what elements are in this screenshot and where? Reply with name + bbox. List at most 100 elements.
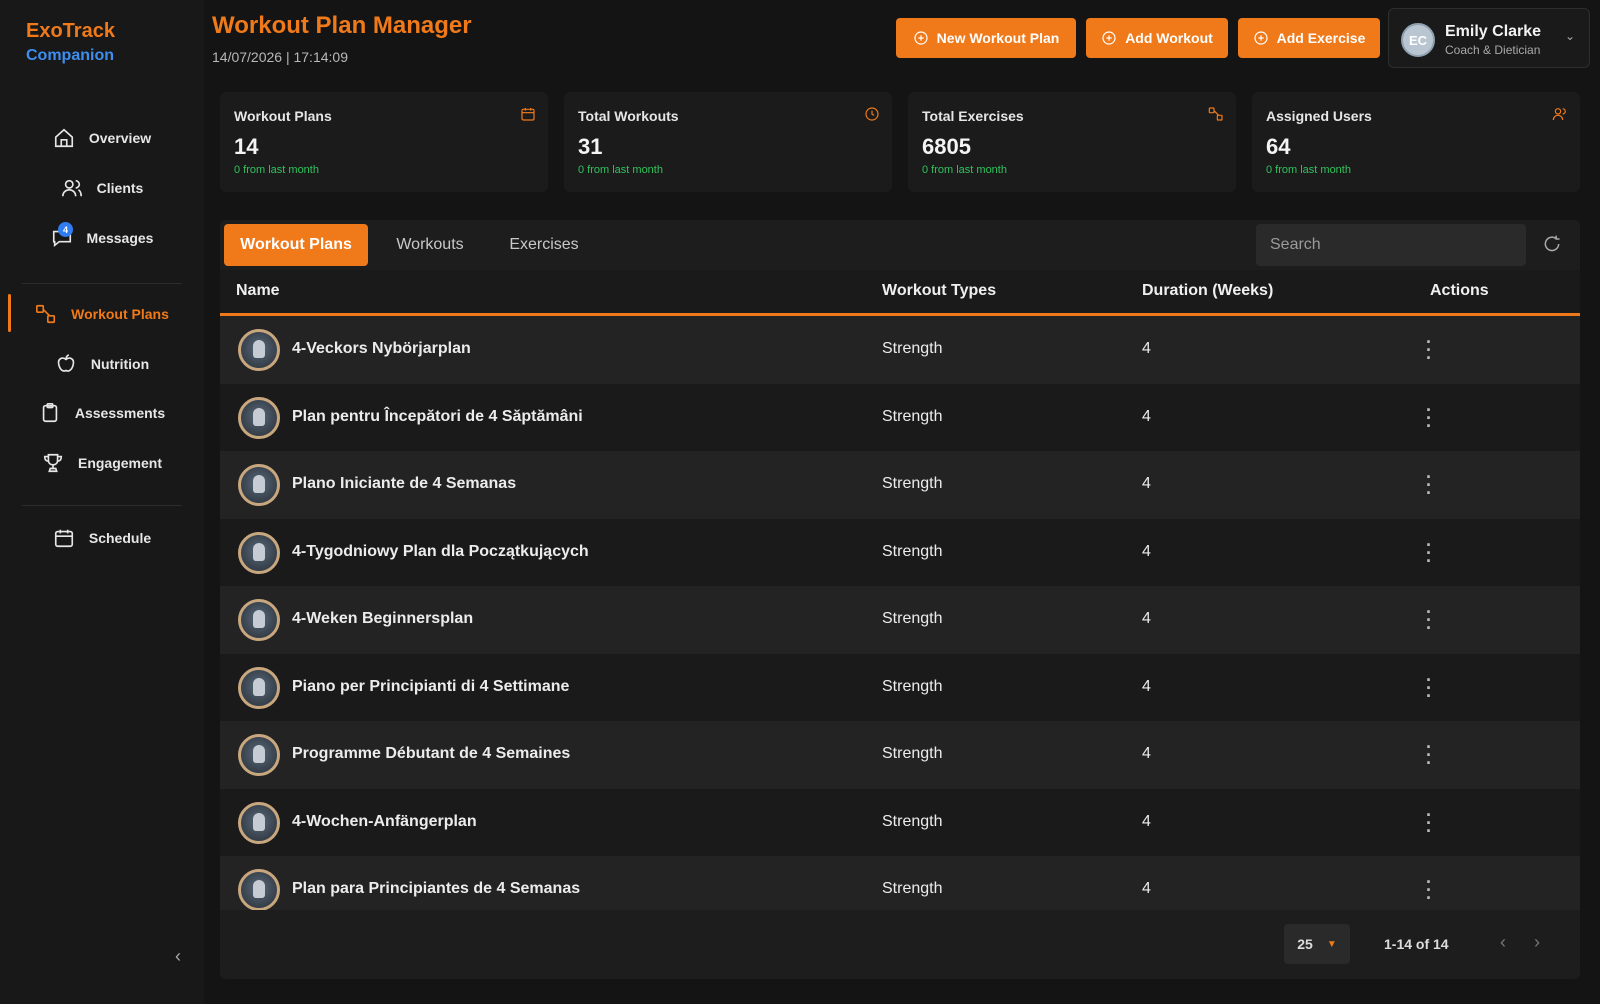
calendar-icon — [521, 108, 535, 121]
add-exercise-button[interactable]: Add Exercise — [1238, 18, 1380, 58]
plan-name: Piano per Principianti di 4 Settimane — [292, 677, 570, 695]
tab-workout-plans[interactable]: Workout Plans — [224, 224, 368, 266]
plan-name: 4-Tygodniowy Plan dla Początkujących — [292, 542, 589, 560]
next-page-icon[interactable]: › — [1534, 932, 1540, 953]
add-workout-button[interactable]: Add Workout — [1086, 18, 1228, 58]
stat-value: 14 — [234, 134, 259, 159]
plan-thumbnail — [238, 666, 280, 709]
stat-change: 0 from last month — [1266, 164, 1351, 176]
brand-logo[interactable]: ExoTrack Companion — [26, 20, 115, 65]
sidebar-item-overview[interactable]: Overview — [0, 118, 204, 158]
trophy-icon — [43, 453, 63, 473]
more-actions-icon[interactable]: · · · — [1420, 468, 1438, 502]
plan-name: Plan pentru Începători de 4 Săptămâni — [292, 407, 583, 425]
plan-duration: 4 — [1142, 475, 1151, 492]
plan-workout-type: Strength — [882, 880, 943, 897]
more-actions-icon[interactable]: · · · — [1420, 671, 1438, 705]
button-label: New Workout Plan — [936, 30, 1060, 46]
rows-per-page-select[interactable]: 25 ▼ — [1284, 924, 1350, 964]
plan-duration: 4 — [1142, 677, 1151, 695]
dumbbell-icon — [36, 304, 56, 324]
sidebar-item-clients[interactable]: Clients — [0, 168, 204, 208]
refresh-icon[interactable] — [1542, 234, 1562, 254]
table-row[interactable]: 4-Tygodniowy Plan dla Początkujących Stre… — [220, 518, 1580, 588]
plan-name: 4-Wochen-Anfängerplan — [292, 812, 477, 830]
column-header-duration[interactable]: Duration (Weeks) — [1142, 282, 1273, 300]
stat-change: 0 from last month — [234, 164, 319, 176]
sidebar-item-messages[interactable]: Messages — [0, 218, 204, 258]
messages-badge: 4 — [58, 222, 73, 237]
search-input[interactable] — [1256, 224, 1526, 266]
plan-thumbnail — [238, 801, 280, 844]
plan-thumbnail — [238, 734, 280, 776]
tab-exercises[interactable]: Exercises — [492, 224, 596, 266]
sidebar-item-label: Workout Plans — [71, 306, 169, 322]
more-actions-icon[interactable]: · · · — [1420, 738, 1438, 772]
stat-card-workout-plans: Workout Plans 14 0 from last month — [220, 92, 548, 192]
plus-circle-icon — [914, 31, 928, 45]
sidebar-divider — [22, 283, 182, 284]
sidebar: ExoTrack Companion Overview Clients Mess… — [0, 0, 204, 1004]
plan-workout-type: Strength — [882, 812, 943, 830]
table-row[interactable]: 4-Wochen-Anfängerplan Strength 4 · · · — [220, 788, 1580, 858]
plan-workout-type: Strength — [882, 677, 943, 695]
plan-workout-type: Strength — [882, 407, 943, 425]
more-actions-icon[interactable]: · · · — [1420, 401, 1438, 435]
plus-circle-icon — [1102, 31, 1116, 45]
plan-thumbnail — [238, 531, 280, 574]
calendar-icon — [54, 529, 73, 548]
table-row[interactable]: Piano per Principianti di 4 Settimane Str… — [220, 653, 1580, 723]
previous-page-icon[interactable]: ‹ — [1500, 932, 1506, 953]
sidebar-item-workout-plans[interactable]: Workout Plans — [0, 294, 204, 334]
plan-name: Programme Débutant de 4 Semaines — [292, 745, 571, 762]
apple-icon — [57, 354, 75, 372]
column-header-actions: Actions — [1430, 282, 1489, 299]
brand-subtitle: Companion — [26, 47, 114, 64]
plan-workout-type: Strength — [882, 745, 943, 762]
stat-card-total-workouts: Total Workouts 31 0 from last month — [564, 92, 892, 192]
plan-thumbnail — [238, 396, 280, 439]
stat-value: 64 — [1266, 134, 1291, 159]
page-title: Workout Plan Manager — [212, 12, 472, 39]
column-header-workout-types[interactable]: Workout Types — [882, 282, 996, 300]
workout-plans-panel: Workout Plans Workouts Exercises Name Wo… — [220, 220, 1580, 979]
more-actions-icon[interactable]: · · · — [1420, 536, 1438, 570]
column-header-name[interactable]: Name — [236, 282, 280, 300]
user-role: Coach & Dietician — [1445, 43, 1541, 57]
plan-name: Plano Iniciante de 4 Semanas — [292, 475, 517, 492]
table-row[interactable]: Plan pentru Începători de 4 Săptămâni Str… — [220, 383, 1580, 453]
brand-name: ExoTrack — [26, 20, 115, 42]
collapse-sidebar-icon[interactable]: ‹ — [168, 946, 188, 966]
table-row[interactable]: Programme Débutant de 4 Semaines Strength… — [220, 721, 1580, 790]
stat-change: 0 from last month — [922, 164, 1007, 176]
more-actions-icon[interactable]: · · · — [1420, 603, 1438, 637]
sidebar-item-assessments[interactable]: Assessments — [0, 393, 204, 433]
table-row[interactable]: 4-Weken Beginnersplan Strength 4 · · · — [220, 586, 1580, 655]
sidebar-item-label: Schedule — [88, 530, 152, 546]
sidebar-item-schedule[interactable]: Schedule — [0, 518, 204, 558]
sidebar-item-engagement[interactable]: Engagement — [0, 443, 204, 483]
stat-value: 6805 — [922, 134, 971, 159]
sidebar-item-label: Overview — [88, 130, 152, 146]
users-icon — [1552, 108, 1566, 121]
more-actions-icon[interactable]: · · · — [1420, 333, 1438, 367]
sidebar-item-label: Clients — [96, 180, 144, 196]
user-name: Emily Clarke — [1445, 23, 1542, 40]
sidebar-item-nutrition[interactable]: Nutrition — [0, 344, 204, 384]
stat-change: 0 from last month — [578, 164, 663, 176]
more-actions-icon[interactable]: · · · — [1420, 806, 1438, 840]
plan-workout-type: Strength — [882, 610, 943, 627]
stat-label: Assigned Users — [1266, 108, 1372, 124]
table-row[interactable]: Plano Iniciante de 4 Semanas Strength 4 · · · — [220, 451, 1580, 520]
pagination-range: 1-14 of 14 — [1384, 936, 1449, 952]
home-icon — [54, 128, 73, 148]
table-row[interactable]: 4-Veckors Nybörjarplan Strength 4 · · · — [220, 316, 1580, 385]
caret-down-icon: ▼ — [1326, 938, 1337, 950]
more-actions-icon[interactable]: · · · — [1420, 873, 1438, 907]
plan-thumbnail — [238, 599, 280, 641]
new-workout-plan-button[interactable]: New Workout Plan — [896, 18, 1076, 58]
sidebar-divider — [22, 505, 182, 506]
sidebar-item-label: Messages — [86, 230, 154, 246]
user-menu[interactable]: EC Emily Clarke Coach & Dietician ⌄ — [1388, 8, 1590, 68]
tab-workouts[interactable]: Workouts — [380, 224, 480, 266]
